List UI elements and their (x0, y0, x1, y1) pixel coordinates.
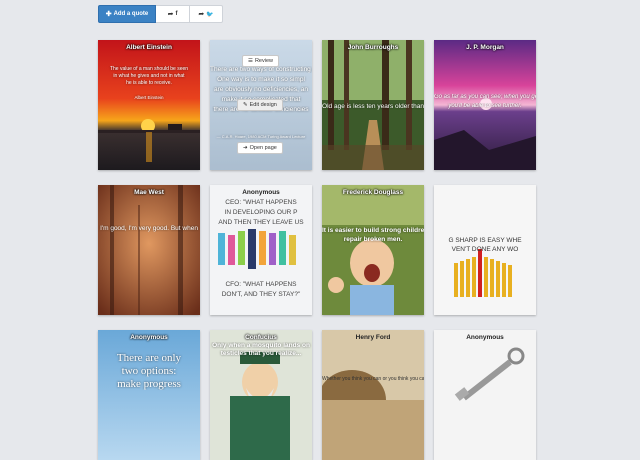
shouting-child-image (322, 185, 424, 315)
sunset-lake-image (98, 40, 200, 170)
boulder-image (322, 330, 424, 460)
facebook-icon: f (175, 11, 178, 17)
card-author: Anonymous (466, 334, 504, 341)
card-author: Mae West (134, 189, 164, 196)
share-twitter-button[interactable]: ➦ 🐦 (190, 5, 223, 23)
list-icon: ☰ (248, 58, 253, 64)
pencil-icon: ✎ (243, 102, 248, 108)
review-label: Review (254, 58, 273, 64)
card-author: Anonymous (242, 189, 280, 196)
quote-line: I'm good, I'm very good. But when (100, 225, 198, 232)
quote-line: There are only (116, 352, 182, 364)
quote-line: The value of a man should be seen (109, 66, 189, 72)
quote-line: One way is to make it so simpl (217, 76, 305, 83)
card-author: Anonymous (130, 334, 168, 341)
quote-line: VEN'T DONE ANY WO (451, 246, 519, 253)
quote-line: AND THEN THEY LEAVE US (218, 219, 304, 226)
open-page-label: Open page (249, 145, 277, 151)
share-icon: ➦ (167, 11, 174, 18)
card-author: Albert Einstein (126, 44, 172, 51)
card-author: Frederick Douglass (342, 189, 404, 196)
quote-card[interactable]: Mae West I'm good, I'm very good. But wh… (98, 185, 200, 315)
quote-line: G SHARP IS EASY WHE (448, 237, 522, 244)
plus-icon: ✚ (105, 11, 112, 18)
quote-card[interactable]: Anonymous There are only two options: ma… (98, 330, 200, 460)
quote-line: Old age is less ten years older than (322, 103, 424, 110)
quote-card[interactable]: Henry Ford Whether you think you can or … (322, 330, 424, 460)
quote-line: IN DEVELOPING OUR P (224, 209, 298, 216)
quote-line: two options: (121, 365, 177, 377)
card-author: Confucius (245, 334, 277, 341)
quote-line: Go as far as you can see; when you get t… (434, 94, 536, 100)
quote-line: CFO: "WHAT HAPPENS (225, 281, 297, 288)
edit-design-label: Edit design (249, 102, 277, 108)
quote-line: Only when a mosquito lands on (212, 342, 310, 349)
quote-line: There are two ways of constructing a s (210, 66, 312, 73)
edit-design-button[interactable]: ✎ Edit design (237, 99, 283, 111)
share-facebook-button[interactable]: ➦ f (156, 5, 190, 23)
quote-attribution: — C.A.R. Hoare, 1980 ACM Turing Award Le… (216, 134, 306, 139)
quote-line: CEO: "WHAT HAPPENS (225, 199, 297, 206)
toolbar: ✚ Add a quote ➦ f ➦ 🐦 (98, 5, 223, 23)
add-quote-button[interactable]: ✚ Add a quote (98, 5, 156, 23)
quote-line: DON'T, AND THEY STAY?" (221, 291, 301, 298)
quote-card[interactable]: G SHARP IS EASY WHE VEN'T DONE ANY WO (434, 185, 536, 315)
quote-card[interactable]: J. P. Morgan Go as far as you can see; w… (434, 40, 536, 170)
quote-line: testicles that you realize... (220, 350, 302, 357)
open-icon: ➜ (243, 145, 248, 151)
card-author: John Burroughs (347, 44, 399, 51)
twitter-icon: 🐦 (206, 11, 214, 18)
quote-line: in what he gives and not in what (113, 73, 185, 79)
quote-card[interactable]: Anonymous CEO: "WHAT HAPPENS IN DEVELOPI… (210, 185, 312, 315)
review-button[interactable]: ☰ Review (242, 55, 279, 67)
quote-line: you'll be able to see further. (448, 103, 522, 109)
share-icon: ➦ (198, 11, 205, 18)
key-image (434, 330, 536, 460)
quote-line: It is easier to build strong children th… (322, 227, 424, 234)
quote-line: repair broken men. (343, 236, 403, 243)
quote-signature: Albert Einstein (134, 95, 164, 100)
quote-line: he is able to receive. (126, 80, 172, 86)
card-author: Henry Ford (355, 334, 391, 341)
card-author: J. P. Morgan (466, 44, 504, 51)
quote-card[interactable]: John Burroughs Old age is less ten years… (322, 40, 424, 170)
quote-line: make progress (117, 378, 181, 390)
quote-card[interactable]: Albert Einstein The value of a man shoul… (98, 40, 200, 170)
misty-forest-image (98, 185, 200, 315)
open-page-button[interactable]: ➜ Open page (237, 142, 283, 154)
quote-line: are obviously no deficiencies, an (214, 86, 308, 93)
quote-card[interactable]: Frederick Douglass It is easier to build… (322, 185, 424, 315)
quote-line: Whether you think you can or you think y… (322, 376, 424, 382)
quote-card[interactable]: There are two ways of constructing a s O… (210, 40, 312, 170)
sky-image (98, 330, 200, 460)
quote-card[interactable]: Anonymous (434, 330, 536, 460)
add-quote-label: Add a quote (113, 11, 149, 17)
quote-card[interactable]: Confucius Only when a mosquito lands on … (210, 330, 312, 460)
